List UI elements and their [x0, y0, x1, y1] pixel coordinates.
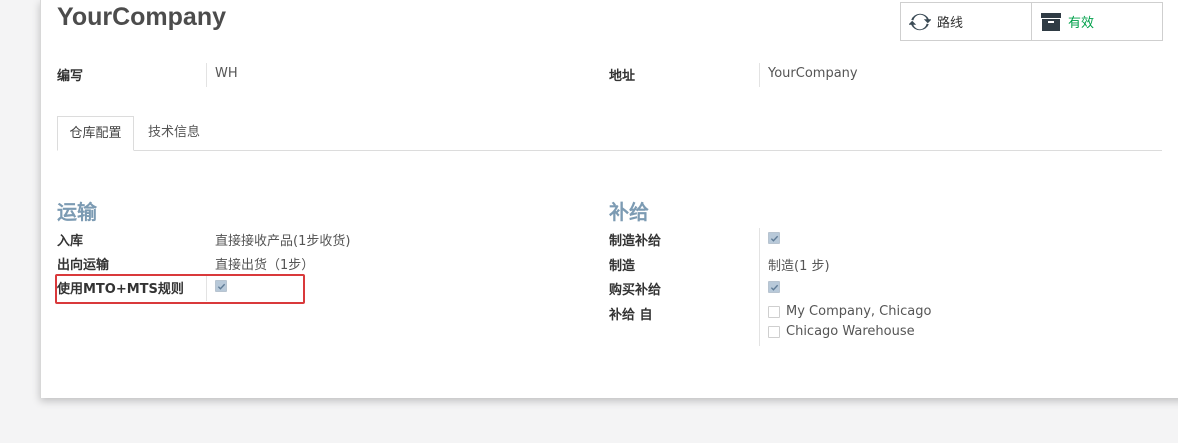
- routes-button-label: 路线: [937, 16, 964, 31]
- incoming-label: 入库: [57, 234, 84, 249]
- outgoing-value[interactable]: 直接出货（1步）: [215, 254, 314, 273]
- outgoing-label: 出向运输: [57, 258, 110, 273]
- buy-resupply-label: 购买补给: [609, 283, 662, 298]
- manufacture-resupply-label: 制造补给: [609, 234, 662, 249]
- tab-warehouse-config[interactable]: 仓库配置: [57, 116, 134, 151]
- refresh-icon: [909, 11, 931, 33]
- manufacture-resupply-checkbox[interactable]: [768, 232, 780, 244]
- address-value[interactable]: YourCompany: [768, 66, 858, 81]
- resupply-from-checkbox-chicago-company[interactable]: [768, 306, 780, 318]
- notebook-tabs: 仓库配置 技术信息: [57, 116, 1162, 151]
- archive-icon: [1040, 11, 1062, 33]
- page-title: YourCompany: [57, 3, 226, 31]
- smart-buttons: 路线 有效: [900, 2, 1163, 41]
- resupply-from-checkbox-chicago-warehouse[interactable]: [768, 326, 780, 338]
- routes-button[interactable]: 路线: [901, 3, 1031, 40]
- short-name-label: 编写: [57, 69, 84, 84]
- resupply-from-option: Chicago Warehouse: [786, 324, 915, 339]
- check-icon: [770, 235, 778, 242]
- manufacture-steps-label: 制造: [609, 259, 636, 274]
- resupply-from-option: My Company, Chicago: [786, 304, 932, 319]
- short-name-value: WH: [215, 66, 238, 81]
- divider: [759, 228, 760, 346]
- divider: [206, 63, 207, 87]
- section-shipments-title: 运输: [57, 200, 97, 224]
- manufacture-steps-value[interactable]: 制造(1 步): [768, 255, 830, 274]
- check-icon: [770, 284, 778, 291]
- resupply-from-label: 补给 自: [609, 308, 653, 323]
- section-resupply-title: 补给: [609, 200, 649, 224]
- active-toggle-button[interactable]: 有效: [1031, 3, 1162, 40]
- divider: [759, 63, 760, 87]
- buy-resupply-checkbox[interactable]: [768, 281, 780, 293]
- incoming-value[interactable]: 直接接收产品(1步收货): [215, 230, 350, 249]
- highlight-box: [55, 274, 305, 304]
- address-label: 地址: [609, 69, 636, 84]
- tab-technical-info[interactable]: 技术信息: [134, 116, 214, 151]
- active-status-label: 有效: [1068, 16, 1095, 31]
